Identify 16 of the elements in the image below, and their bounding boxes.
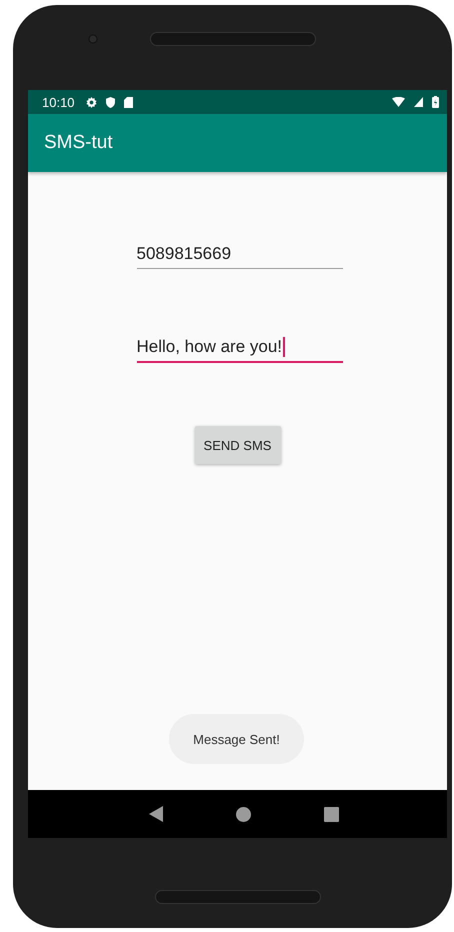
input-field[interactable]: 5089815669 xyxy=(136,244,342,269)
shield-icon xyxy=(106,96,115,108)
recents-icon[interactable] xyxy=(324,806,338,822)
wifi-icon xyxy=(392,97,405,107)
sd-card-icon xyxy=(124,96,133,108)
status-time: 10:10 xyxy=(42,94,75,110)
battery-icon xyxy=(432,96,439,108)
home-icon[interactable] xyxy=(236,806,250,822)
signal-icon xyxy=(414,97,423,107)
gear-icon xyxy=(86,96,97,108)
send-sms-button[interactable]: SEND SMS xyxy=(194,426,280,464)
back-icon[interactable] xyxy=(148,806,162,822)
toast-message: Message Sent! xyxy=(169,714,304,764)
input-field[interactable]: Hello, how are you! xyxy=(136,337,342,363)
camera-icon xyxy=(88,34,98,44)
app-title: SMS-tut xyxy=(44,132,113,154)
